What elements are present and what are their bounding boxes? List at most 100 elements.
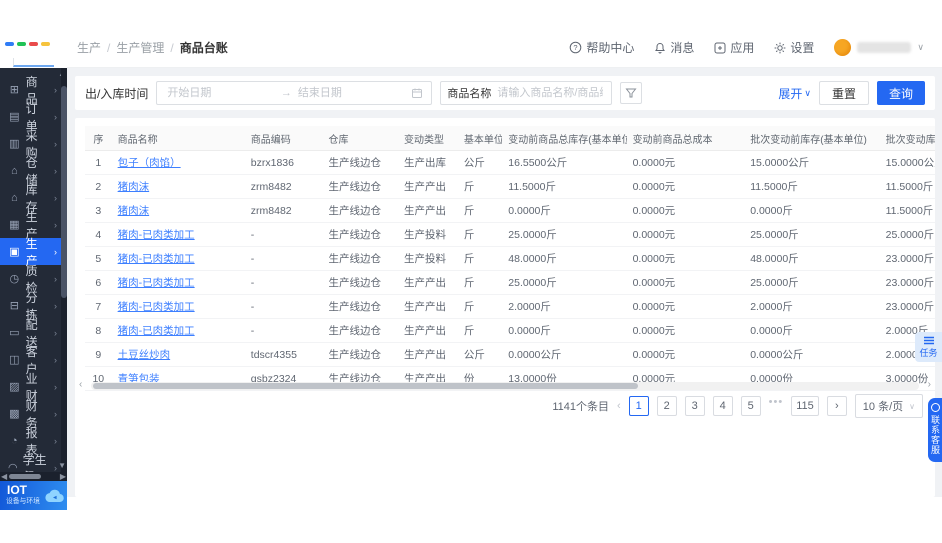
sorting-icon: ⊟ bbox=[9, 300, 19, 312]
calendar-icon bbox=[412, 88, 423, 98]
date-start-input[interactable] bbox=[165, 86, 277, 100]
table-horizontal-scrollbar[interactable] bbox=[91, 382, 919, 390]
sidebar-scroll-right-icon[interactable]: ▶ bbox=[60, 473, 66, 481]
page-button-115[interactable]: 115 bbox=[791, 396, 819, 416]
chevron-right-icon: › bbox=[54, 381, 57, 392]
table-cell: bzrx1836 bbox=[244, 150, 323, 175]
table-cell: - bbox=[244, 270, 323, 295]
product-link[interactable]: 猪肉-已肉类加工 bbox=[118, 325, 195, 337]
chevron-right-icon: › bbox=[54, 192, 57, 203]
table-header-row: 序商品名称 商品编码 仓库 变动类型 基本单位 变动前商品总库存(基本单位) 变动前商品总成… bbox=[85, 126, 935, 151]
sidebar-horizontal-scroll-thumb[interactable] bbox=[9, 474, 41, 479]
table-cell: 25.0000斤 bbox=[879, 222, 935, 247]
product-link[interactable]: 猪肉沫 bbox=[118, 181, 150, 193]
table-cell: 2 bbox=[85, 174, 112, 199]
product-name-input[interactable] bbox=[495, 86, 606, 100]
topbar-item-消息[interactable]: 消息 bbox=[654, 39, 694, 56]
page-button-2[interactable]: 2 bbox=[656, 396, 677, 416]
expand-filters-link[interactable]: 展开 ∨ bbox=[778, 85, 811, 102]
breadcrumb-item[interactable]: 生产管理 bbox=[116, 39, 164, 56]
warehouse-icon: ⌂ bbox=[10, 164, 18, 177]
product-name-filter[interactable]: 商品名称 bbox=[440, 81, 613, 105]
headset-icon bbox=[930, 403, 940, 412]
orders-icon: ▤ bbox=[9, 111, 20, 123]
product-link[interactable]: 猪肉沫 bbox=[118, 205, 150, 217]
table-cell: 9 bbox=[85, 342, 112, 367]
reports-icon: ◔ bbox=[10, 434, 18, 447]
page-button-4[interactable]: 4 bbox=[712, 396, 733, 416]
iot-footer[interactable]: IOT 设备与环境 bbox=[0, 481, 67, 510]
product-link[interactable]: 土豆丝炒肉 bbox=[118, 349, 171, 361]
table-cell: 6 bbox=[85, 270, 112, 295]
breadcrumb: 生产 / 生产管理 / 商品台账 bbox=[67, 39, 228, 56]
table-cell: 生产线边仓 bbox=[322, 246, 398, 271]
chevron-right-icon: › bbox=[54, 273, 57, 284]
chevron-down-icon: ∨ bbox=[804, 87, 811, 98]
column-header-6: 基本单位 bbox=[457, 126, 503, 151]
table-cell: 48.0000斤 bbox=[744, 246, 880, 271]
date-range-picker[interactable]: → bbox=[156, 81, 433, 105]
table-cell: 斤 bbox=[457, 270, 503, 295]
avatar[interactable] bbox=[834, 39, 852, 56]
sidebar-scroll-left-icon[interactable]: ◀ bbox=[1, 473, 7, 481]
product-link[interactable]: 猪肉-已肉类加工 bbox=[118, 301, 195, 313]
svg-text:?: ? bbox=[574, 43, 578, 52]
breadcrumb-item[interactable]: 生产 bbox=[77, 39, 101, 56]
table-cell: 48.0000斤 bbox=[502, 246, 627, 271]
chevron-right-icon: › bbox=[54, 408, 57, 419]
breadcrumb-separator: / bbox=[170, 40, 174, 55]
tasks-float-button[interactable]: 任务 bbox=[915, 332, 942, 362]
table-cell: 斤 bbox=[457, 294, 503, 319]
table-cell: 生产出库 bbox=[397, 150, 458, 175]
column-header-1: 序 bbox=[85, 126, 112, 151]
page-button-3[interactable]: 3 bbox=[684, 396, 705, 416]
chevron-down-icon: ∨ bbox=[917, 42, 924, 52]
reset-button[interactable]: 重置 bbox=[818, 81, 869, 105]
table-cell: 23.0000斤 bbox=[879, 294, 935, 319]
pagination-prev-icon[interactable]: ‹ bbox=[617, 400, 621, 412]
filter-funnel-button[interactable] bbox=[620, 82, 643, 104]
contact-support-tab[interactable]: 联系客服 bbox=[928, 398, 942, 462]
page-size-select[interactable]: 10 条/页 ∨ bbox=[854, 394, 923, 418]
table-scroll-left-icon[interactable]: ‹ bbox=[79, 380, 82, 390]
topbar-item-应用[interactable]: 应用 bbox=[714, 39, 754, 56]
column-header-3: 商品编码 bbox=[244, 126, 323, 151]
pagination-next-icon[interactable]: › bbox=[826, 396, 847, 416]
table-cell: 生产线边仓 bbox=[322, 222, 398, 247]
sidebar-horizontal-scrollbar[interactable]: ◀ ▶ bbox=[0, 472, 67, 481]
sidebar-scroll-down-icon[interactable]: ▼ bbox=[58, 462, 66, 470]
date-end-input[interactable] bbox=[295, 86, 408, 100]
logo-dash-red bbox=[29, 42, 38, 46]
table-scroll-right-icon[interactable]: › bbox=[928, 380, 931, 390]
stock-ledger-table: 序商品名称 商品编码 仓库 变动类型 基本单位 变动前商品总库存(基本单位) 变动前商品总成… bbox=[85, 126, 935, 391]
table-row: 3 猪肉沫 zrm8482 生产线边仓 生产产出斤 0.0000斤 0.0000元 0.000… bbox=[85, 198, 935, 223]
chevron-right-icon: › bbox=[54, 435, 57, 446]
sidebar-items: ⊞ 商品 › ▤ 订单 › ▥ 采购 › ⌂ 仓储 › ⌂ 库存 › ▦ 生产 › ▣ 生产 › ◷ 质检 › ⊟ 分拣 › ▭ 配送 ›… bbox=[0, 75, 61, 484]
top-header-bar: 生产 / 生产管理 / 商品台账 ? 帮助中心 消息 应用 设置 ∨ bbox=[67, 28, 942, 68]
table-cell: 生产产出 bbox=[397, 318, 458, 343]
table-cell: 11.5000斤 bbox=[879, 198, 935, 223]
date-range-label: 出/入库时间 bbox=[85, 86, 149, 101]
product-link[interactable]: 猪肉-已肉类加工 bbox=[118, 253, 195, 265]
user-menu[interactable]: ∨ bbox=[834, 39, 924, 56]
table-cell: 0.0000元 bbox=[626, 246, 745, 271]
product-link[interactable]: 猪肉-已肉类加工 bbox=[118, 229, 195, 241]
product-link[interactable]: 猪肉-已肉类加工 bbox=[118, 277, 195, 289]
chevron-down-icon: ∨ bbox=[909, 401, 915, 411]
table-cell: 11.5000斤 bbox=[879, 174, 935, 199]
app-logo-area bbox=[0, 28, 67, 68]
table-cell: 15.0000公斤 bbox=[879, 150, 935, 175]
page-button-5[interactable]: 5 bbox=[740, 396, 761, 416]
page-button-1[interactable]: 1 bbox=[628, 396, 649, 416]
table-cell: 猪肉-已肉类加工 bbox=[111, 294, 245, 319]
logo-dash-blue bbox=[5, 42, 14, 46]
topbar-item-帮助中心[interactable]: ? 帮助中心 bbox=[569, 39, 634, 56]
search-button[interactable]: 查询 bbox=[876, 81, 925, 105]
table-horizontal-scroll-thumb[interactable] bbox=[93, 383, 638, 389]
product-link[interactable]: 包子（肉馅） bbox=[118, 157, 181, 169]
table-cell: 25.0000斤 bbox=[502, 222, 627, 247]
topbar-item-设置[interactable]: 设置 bbox=[774, 39, 814, 56]
table-cell: - bbox=[244, 294, 323, 319]
topbar-item-label: 帮助中心 bbox=[586, 41, 635, 55]
table-cell: 生产线边仓 bbox=[322, 318, 398, 343]
